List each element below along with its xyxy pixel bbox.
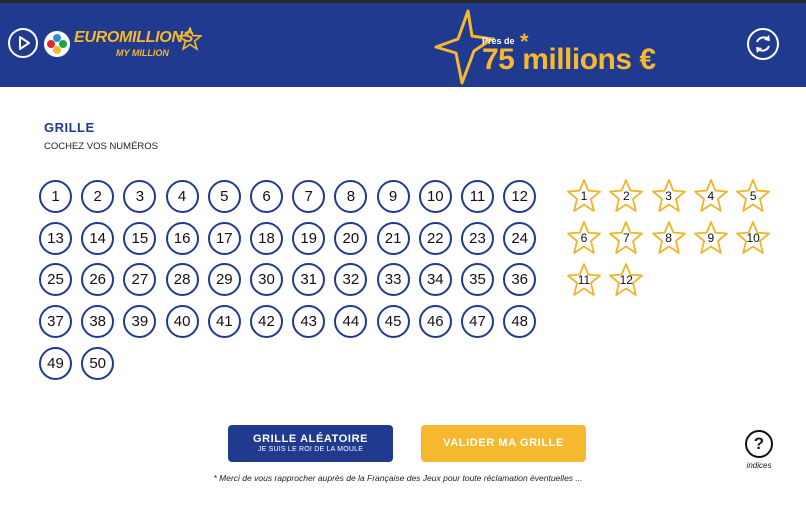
number-ball-28[interactable]: 28	[165, 263, 199, 297]
number-ball-37[interactable]: 37	[39, 305, 72, 339]
number-ball-22[interactable]: 22	[418, 221, 452, 255]
header-bar: EUROMILLIONS MY MILLION Près de * 75 mil…	[0, 3, 806, 87]
number-ball-40[interactable]: 40	[165, 305, 199, 339]
number-ball-45[interactable]: 45	[376, 305, 410, 339]
star-1[interactable]: 1	[565, 178, 603, 214]
grid-subtitle: COCHEZ VOS NUMÉROS	[44, 141, 159, 152]
number-ball-21[interactable]: 21	[376, 221, 410, 255]
star-12[interactable]: 12	[607, 262, 645, 298]
number-ball-24[interactable]: 24	[503, 221, 537, 255]
star-7[interactable]: 7	[607, 220, 645, 256]
number-ball-13[interactable]: 13	[39, 221, 72, 255]
star-10[interactable]: 10	[734, 220, 772, 256]
refresh-button[interactable]	[747, 28, 779, 60]
number-ball-41[interactable]: 41	[207, 305, 241, 339]
number-ball-50[interactable]: 50	[81, 346, 115, 380]
star-number: 3	[665, 189, 672, 203]
number-ball-18[interactable]: 18	[250, 221, 283, 255]
random-grid-label: GRILLE ALÉATOIRE	[252, 433, 369, 445]
random-grid-sublabel: JE SUIS LE ROI DE LA MOULE	[257, 446, 364, 453]
star-2[interactable]: 2	[607, 178, 645, 214]
help-label: indices	[746, 461, 772, 470]
number-ball-34[interactable]: 34	[418, 263, 452, 297]
star-number: 5	[749, 189, 757, 203]
star-6[interactable]: 6	[565, 220, 603, 256]
number-ball-29[interactable]: 29	[207, 263, 241, 297]
number-ball-44[interactable]: 44	[334, 305, 368, 339]
star-3[interactable]: 3	[650, 178, 688, 214]
jackpot-amount: 75 millions €	[482, 43, 656, 76]
number-ball-30[interactable]: 30	[250, 263, 283, 297]
star-number: 7	[622, 231, 630, 245]
logo-star-icon	[178, 27, 202, 51]
star-number: 9	[707, 231, 715, 245]
number-ball-26[interactable]: 26	[81, 263, 115, 297]
number-ball-10[interactable]: 10	[418, 180, 452, 213]
validate-grid-button[interactable]: VALIDER MA GRILLE	[421, 425, 586, 462]
number-ball-7[interactable]: 7	[292, 180, 326, 213]
footnote: * Merci de vous rapprocher auprès de la …	[213, 473, 583, 483]
number-ball-5[interactable]: 5	[207, 180, 241, 213]
number-ball-12[interactable]: 12	[503, 180, 537, 213]
validate-grid-label: VALIDER MA GRILLE	[443, 437, 564, 449]
number-ball-42[interactable]: 42	[250, 305, 283, 339]
number-ball-47[interactable]: 47	[461, 305, 494, 339]
number-ball-3[interactable]: 3	[123, 180, 157, 213]
play-button[interactable]	[8, 28, 38, 58]
number-ball-2[interactable]: 2	[81, 180, 115, 213]
number-ball-32[interactable]: 32	[334, 263, 368, 297]
star-number: 10	[746, 231, 760, 245]
number-ball-17[interactable]: 17	[207, 221, 241, 255]
euromillions-logo: EUROMILLIONS MY MILLION	[44, 27, 204, 67]
number-ball-38[interactable]: 38	[81, 305, 115, 339]
number-ball-43[interactable]: 43	[292, 305, 326, 339]
grid-title: GRILLE	[44, 120, 95, 135]
number-ball-15[interactable]: 15	[123, 221, 157, 255]
star-number: 11	[577, 273, 591, 287]
star-11[interactable]: 11	[565, 262, 603, 298]
star-number: 2	[622, 189, 630, 203]
play-icon	[19, 36, 30, 50]
number-ball-9[interactable]: 9	[376, 180, 410, 213]
number-ball-46[interactable]: 46	[418, 305, 452, 339]
star-8[interactable]: 8	[650, 220, 688, 256]
number-ball-48[interactable]: 48	[503, 305, 537, 339]
star-number: 8	[665, 231, 672, 245]
star-number: 12	[619, 273, 633, 287]
logo-subtitle: MY MILLION	[116, 48, 169, 58]
star-number: 1	[580, 189, 588, 203]
refresh-icon	[756, 35, 770, 53]
number-ball-14[interactable]: 14	[81, 221, 115, 255]
number-ball-23[interactable]: 23	[461, 221, 494, 255]
number-ball-6[interactable]: 6	[250, 180, 283, 213]
number-ball-27[interactable]: 27	[123, 263, 157, 297]
number-ball-16[interactable]: 16	[165, 221, 199, 255]
number-ball-39[interactable]: 39	[123, 305, 157, 339]
help-button[interactable]: ?	[745, 430, 773, 458]
star-number: 4	[707, 189, 715, 203]
number-ball-1[interactable]: 1	[39, 180, 72, 213]
number-ball-36[interactable]: 36	[503, 263, 537, 297]
logo-title: EUROMILLIONS	[74, 29, 194, 46]
fdj-logo-icon	[44, 31, 70, 57]
number-ball-19[interactable]: 19	[292, 221, 326, 255]
number-ball-11[interactable]: 11	[461, 180, 494, 213]
star-5[interactable]: 5	[734, 178, 772, 214]
star-9[interactable]: 9	[692, 220, 730, 256]
random-grid-button[interactable]: GRILLE ALÉATOIRE JE SUIS LE ROI DE LA MO…	[228, 425, 393, 462]
number-ball-8[interactable]: 8	[334, 180, 368, 213]
number-ball-33[interactable]: 33	[376, 263, 410, 297]
number-ball-20[interactable]: 20	[334, 221, 368, 255]
number-ball-35[interactable]: 35	[461, 263, 494, 297]
number-ball-31[interactable]: 31	[292, 263, 326, 297]
star-number: 6	[580, 231, 588, 245]
number-ball-49[interactable]: 49	[39, 346, 72, 380]
number-ball-4[interactable]: 4	[165, 180, 199, 213]
star-4[interactable]: 4	[692, 178, 730, 214]
number-ball-25[interactable]: 25	[39, 263, 72, 297]
